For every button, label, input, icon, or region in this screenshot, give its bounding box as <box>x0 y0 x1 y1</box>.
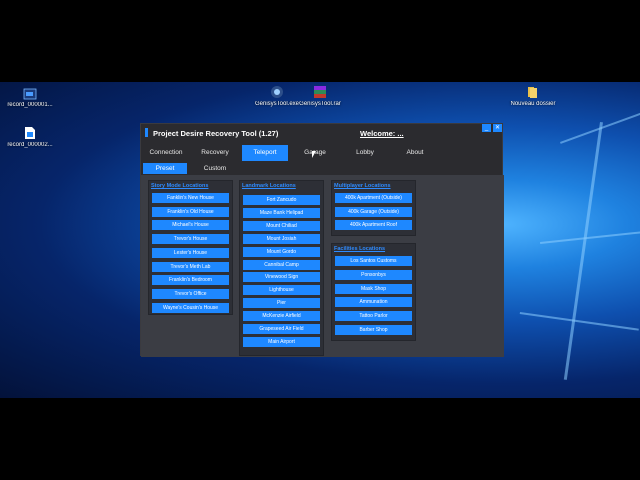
title-bar[interactable]: Project Desire Recovery Tool (1.27) Welc… <box>141 124 504 140</box>
close-button[interactable]: ✕ <box>493 124 502 132</box>
landmark-location-button[interactable]: Cannibal Camp <box>243 259 320 270</box>
tab-connection[interactable]: Connection <box>143 145 189 161</box>
subtab-custom[interactable]: Custom <box>193 163 237 174</box>
facilities-location-button[interactable]: Los Santos Customs <box>335 256 412 266</box>
story-location-button[interactable]: Lester's House <box>152 247 229 258</box>
landmark-location-button[interactable]: Vinewood Sign <box>243 272 320 283</box>
wallpaper-light-beam <box>540 230 640 244</box>
desktop-icon-label: record_000002... <box>7 142 53 148</box>
app-window: Project Desire Recovery Tool (1.27) Welc… <box>140 123 504 357</box>
landmark-group: Landmark Locations Fort Zancudo Maze Bank… <box>239 180 324 356</box>
landmark-location-button[interactable]: Pier <box>243 298 320 309</box>
landmark-location-button[interactable]: Mount Josiah <box>243 233 320 244</box>
landmark-location-button[interactable]: Mount Gordo <box>243 246 320 257</box>
facilities-location-button[interactable]: Barber Shop <box>335 325 412 335</box>
video-file-icon <box>23 88 37 100</box>
story-location-button[interactable]: Michael's House <box>152 220 229 231</box>
screen: record_000001... record_000002... Genisy… <box>0 0 640 480</box>
landmark-location-button[interactable]: Mount Chiliad <box>243 220 320 231</box>
welcome-text: Welcome: ... <box>360 129 404 138</box>
facilities-location-button[interactable]: Ponsonbys <box>335 269 412 280</box>
subtab-preset[interactable]: Preset <box>143 163 187 174</box>
desktop-icon-record-2[interactable]: record_000002... <box>0 126 60 148</box>
landmark-location-button[interactable]: Maze Bank Helipad <box>243 207 320 218</box>
tab-teleport[interactable]: Teleport <box>242 145 288 161</box>
mouse-cursor <box>312 151 316 158</box>
desktop-icon-nouveau-dossier[interactable]: Nouveau dossier <box>503 85 563 107</box>
group-title: Landmark Locations <box>242 183 296 189</box>
multiplayer-location-button[interactable]: 400k Apartment Roof <box>335 220 412 230</box>
folder-icon <box>528 87 537 98</box>
wallpaper-light-beam <box>563 122 603 380</box>
landmark-location-button[interactable]: Fort Zancudo <box>243 195 320 205</box>
desktop-icon-genisys-rar[interactable]: GenisysTool.rar <box>290 85 350 107</box>
story-location-button[interactable]: Trevor's Meth Lab <box>152 261 229 272</box>
facilities-location-button[interactable]: Tattoo Parlor <box>335 311 412 322</box>
window-title: Project Desire Recovery Tool (1.27) <box>153 129 279 138</box>
landmark-location-button[interactable]: McKenzie Airfield <box>243 311 320 322</box>
story-mode-group: Story Mode Locations Fanklin's New House… <box>148 180 233 315</box>
story-location-button[interactable]: Trevor's Office <box>152 288 229 299</box>
desktop-icon-label: Nouveau dossier <box>510 101 556 107</box>
app-exe-icon <box>271 86 283 98</box>
story-location-button[interactable]: Franklin's Old House <box>152 206 229 217</box>
wallpaper-light-beam <box>519 312 639 331</box>
landmark-location-button[interactable]: Main Airport <box>243 336 320 347</box>
multiplayer-location-button[interactable]: 400k Garage (Outside) <box>335 206 412 217</box>
minimize-button[interactable]: _ <box>482 124 491 132</box>
multiplayer-group: Multiplayer Locations 400k Apartment (Ou… <box>331 180 416 236</box>
facilities-location-button[interactable]: Mask Shop <box>335 283 412 294</box>
story-location-button[interactable]: Wayne's Cousin's House <box>152 302 229 313</box>
multiplayer-location-button[interactable]: 400k Apartment (Outside) <box>335 193 412 203</box>
story-location-button[interactable]: Fanklin's New House <box>152 193 229 203</box>
rar-archive-icon <box>314 86 326 98</box>
app-logo-icon <box>145 128 148 137</box>
group-title: Story Mode Locations <box>151 183 209 189</box>
desktop-icon-label: record_000001... <box>7 102 53 108</box>
desktop-icon-record-1[interactable]: record_000001... <box>0 88 60 108</box>
document-file-icon <box>25 127 35 139</box>
story-location-button[interactable]: Trevor's House <box>152 234 229 245</box>
landmark-location-button[interactable]: Grapeseed Air Field <box>243 324 320 334</box>
tab-about[interactable]: About <box>393 145 437 161</box>
facilities-location-button[interactable]: Ammunation <box>335 297 412 308</box>
facilities-group: Facilities Locations Los Santos Customs P… <box>331 243 416 341</box>
tab-recovery[interactable]: Recovery <box>193 145 237 161</box>
tab-lobby[interactable]: Lobby <box>343 145 387 161</box>
story-location-button[interactable]: Franklin's Bedroom <box>152 275 229 286</box>
group-title: Multiplayer Locations <box>334 183 391 189</box>
group-title: Facilities Locations <box>334 246 386 252</box>
desktop-icon-label: GenisysTool.rar <box>299 101 341 107</box>
teleport-content: Story Mode Locations Fanklin's New House… <box>141 175 504 357</box>
landmark-location-button[interactable]: Lighthouse <box>243 285 320 296</box>
